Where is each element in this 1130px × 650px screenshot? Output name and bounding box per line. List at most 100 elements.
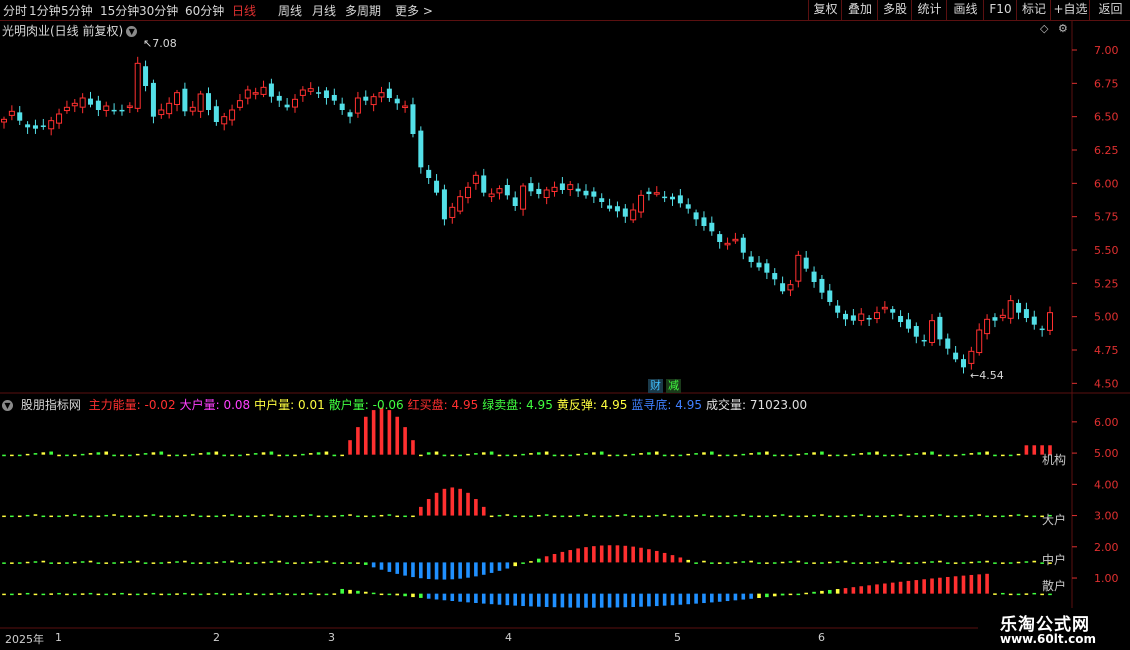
indicator-bar: [757, 562, 761, 564]
indicator-bar: [639, 593, 643, 607]
indicator-bar: [356, 562, 360, 564]
indicator-bar: [293, 562, 297, 564]
candle-body: [709, 222, 715, 232]
indicator-bar: [662, 593, 667, 606]
candle-body: [260, 86, 267, 95]
candle-body: [299, 89, 306, 96]
indicator-bar: [332, 515, 337, 518]
indicator-bar: [647, 549, 651, 563]
indicator-bar: [489, 593, 494, 605]
candle-body: [1039, 328, 1045, 331]
indicator-bar: [883, 583, 887, 594]
indicator-bar: [33, 514, 38, 516]
indicator-bar: [898, 454, 903, 457]
candle-body: [40, 125, 46, 127]
candle-body: [630, 209, 637, 221]
indicator-bar: [1024, 593, 1029, 595]
indicator-bar: [796, 593, 801, 596]
indicator-bar: [246, 515, 250, 518]
candle-body: [881, 306, 888, 310]
indicator-bar: [151, 514, 156, 516]
candle-body: [850, 315, 856, 321]
chevron-down-icon[interactable]: ▼: [2, 400, 13, 411]
reduce-badge[interactable]: 减: [666, 379, 681, 393]
indicator-bar: [615, 545, 620, 563]
candle-body: [913, 326, 919, 337]
indicator-bar: [80, 515, 85, 518]
indicator-bar: [387, 562, 392, 572]
indicator-bar: [222, 454, 227, 457]
indicator-item-7: 蓝寻底: 4.95: [631, 398, 702, 412]
indicator-bar: [914, 515, 919, 518]
indicator-bar: [623, 593, 628, 608]
indicator-bar: [584, 593, 588, 608]
indicator-bar: [253, 593, 258, 596]
indicator-bar: [135, 453, 140, 456]
indicator-bar: [222, 593, 227, 596]
indicator-bar: [757, 452, 761, 455]
indicator-bar: [639, 547, 643, 563]
indicator-bar: [1001, 592, 1005, 595]
candle-body: [465, 186, 472, 199]
candle-body: [197, 93, 204, 112]
candle-body: [1023, 309, 1029, 318]
indicator-bar: [183, 592, 187, 595]
indicator-bar: [41, 452, 46, 455]
indicator-bar: [277, 560, 282, 563]
indicator-bar: [568, 593, 573, 608]
indicator-bar: [953, 515, 958, 518]
candle-body: [819, 278, 825, 293]
indicator-bar: [796, 515, 801, 518]
financial-badge[interactable]: 财: [648, 379, 663, 393]
indicator-bar: [497, 454, 502, 457]
indicator-bar: [175, 593, 179, 595]
candle-body: [937, 316, 943, 340]
candle-body: [119, 109, 125, 112]
indicator-bar: [198, 593, 203, 596]
indicator-bar: [993, 562, 997, 564]
indicator-bar: [293, 593, 297, 596]
indicator-bar: [387, 593, 392, 596]
candle-body: [410, 104, 416, 134]
indicator-bar: [702, 593, 706, 604]
indicator-bar: [285, 593, 289, 596]
candle-body: [929, 320, 936, 343]
indicator-bar: [765, 451, 769, 455]
indicator-bar: [568, 550, 573, 563]
candle-body: [291, 98, 298, 108]
indicator-bar: [906, 515, 911, 518]
indicator-bar: [827, 561, 832, 564]
indicator-bar: [411, 515, 415, 518]
indicator-bar: [497, 593, 502, 605]
indicator-bar: [552, 554, 557, 563]
ind-tick-label-5: 1.00: [1094, 572, 1119, 585]
indicator-bar: [710, 451, 714, 455]
retail-label: 散户: [1042, 579, 1067, 593]
indicator-bar: [576, 453, 580, 456]
indicator-bar: [128, 561, 132, 563]
candle-body: [134, 62, 141, 109]
indicator-bar: [143, 593, 148, 595]
indicator-bar: [277, 592, 282, 595]
indicator-bar: [308, 561, 313, 564]
indicator-bar: [505, 454, 510, 457]
indicator-bar: [167, 515, 171, 518]
indicator-bar: [340, 588, 344, 594]
indicator-bar: [859, 453, 864, 455]
indicator-bar: [615, 454, 620, 457]
indicator-bar: [238, 562, 242, 564]
kline-chart[interactable]: 7.00 6.75 6.50 6.25 6.00 5.75 5.50 5.25 5.00 4.75…: [0, 0, 1130, 650]
indicator-bar: [702, 452, 706, 455]
candle-body: [1047, 312, 1053, 331]
candle-body: [276, 95, 282, 101]
indicator-bar: [403, 427, 407, 455]
indicator-bar: [183, 560, 187, 563]
indicator-bar: [293, 515, 297, 518]
indicator-bar: [1024, 561, 1029, 563]
candle-body: [717, 234, 723, 242]
indicator-bar: [104, 514, 109, 517]
indicator-bar: [741, 561, 746, 563]
indicator-bar: [442, 454, 447, 457]
candle-body: [8, 110, 15, 116]
indicator-bar: [552, 515, 557, 518]
